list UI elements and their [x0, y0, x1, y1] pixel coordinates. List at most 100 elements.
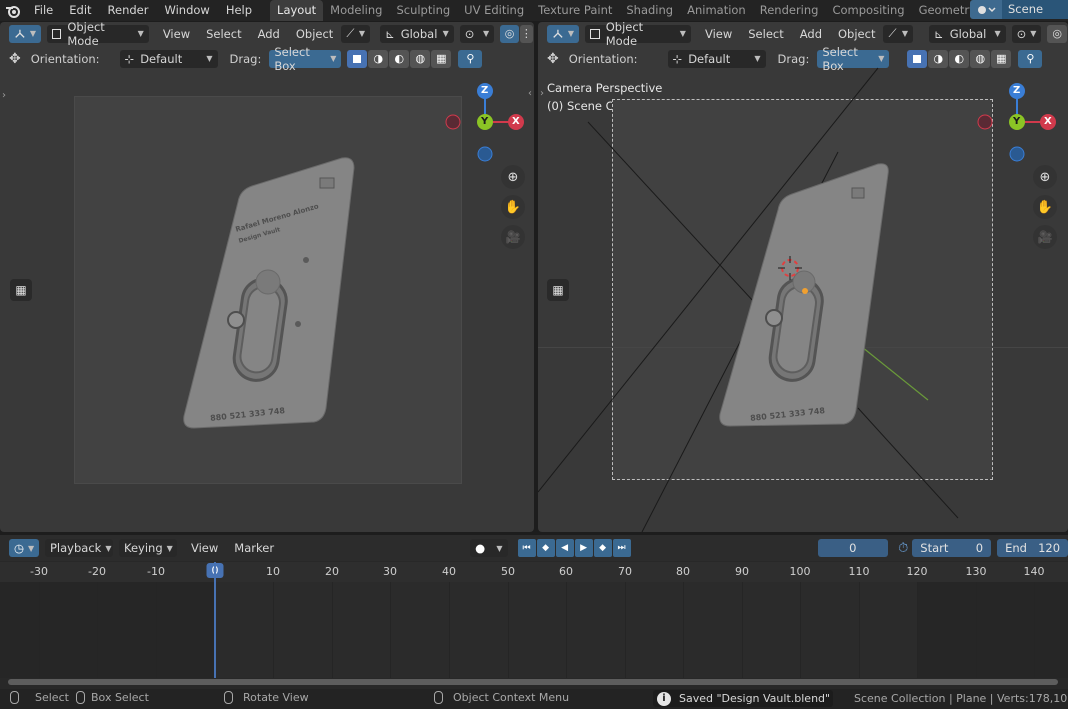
- camera-icon[interactable]: 🎥: [1033, 225, 1057, 249]
- timeline-header: ◷ ▼ Playback ▼ Keying ▼ View Marker ● ▼ …: [0, 535, 1068, 561]
- post-range-shade: [918, 582, 1068, 678]
- timeline-editor[interactable]: ◷ ▼ Playback ▼ Keying ▼ View Marker ● ▼ …: [0, 535, 1068, 689]
- viewport-left[interactable]: ▼ Object Mode ▼ View Select Add Object ⟋…: [0, 22, 534, 532]
- jump-end-icon[interactable]: ⏭: [612, 539, 631, 557]
- tab-compositing[interactable]: Compositing: [825, 0, 911, 21]
- zoom-icon[interactable]: ⊕: [1033, 165, 1057, 189]
- snap-icon: ⟋: [346, 26, 355, 40]
- pivot-dropdown[interactable]: ⊙ ▼: [459, 24, 495, 43]
- editor-type-dropdown[interactable]: ▼: [9, 24, 41, 43]
- grid-line: [273, 582, 274, 678]
- end-frame-field[interactable]: End 120: [997, 539, 1068, 557]
- grid-line: [683, 582, 684, 678]
- menu-view[interactable]: View: [155, 27, 198, 41]
- pan-hand-icon[interactable]: ✋: [1033, 195, 1057, 219]
- ruler-tick: 50: [501, 565, 515, 578]
- frame-ruler[interactable]: -30 -20 -10 0 10 20 30 40 50 60 70 80 90…: [0, 562, 1068, 582]
- ruler-tick: 110: [848, 565, 870, 578]
- menu-help[interactable]: Help: [218, 0, 260, 21]
- tab-rendering[interactable]: Rendering: [753, 0, 826, 21]
- tab-shading[interactable]: Shading: [619, 0, 680, 21]
- scene-icon[interactable]: [970, 0, 1002, 19]
- hint-rotate: Rotate View: [224, 691, 309, 704]
- keying-dropdown[interactable]: Keying ▼: [119, 539, 177, 557]
- 3d-cursor-icon[interactable]: [778, 256, 802, 280]
- search-icon[interactable]: ⚲: [458, 49, 483, 68]
- chevron-right-icon[interactable]: ›: [2, 90, 6, 101]
- top-menu-bar: File Edit Render Window Help Layout Mode…: [0, 0, 1068, 21]
- chevron-down-icon: ▼: [496, 543, 503, 553]
- jump-start-icon[interactable]: ⏮: [517, 539, 536, 557]
- tab-texture-paint[interactable]: Texture Paint: [531, 0, 619, 21]
- move-tool-icon[interactable]: ✥: [9, 51, 21, 67]
- checker-icon[interactable]: ▦: [547, 279, 569, 301]
- menu-view[interactable]: View: [183, 541, 226, 555]
- tab-uv-editing[interactable]: UV Editing: [457, 0, 531, 21]
- select-intersect-icon[interactable]: ▦: [431, 49, 452, 68]
- editor-type-dropdown[interactable]: ◷ ▼: [9, 539, 39, 557]
- play-icon[interactable]: ▶: [574, 539, 593, 557]
- scene-name[interactable]: Scene: [1002, 0, 1068, 19]
- gizmo-y-label: Y: [481, 116, 489, 127]
- transform-orientation-dropdown[interactable]: ⊾ Global ▼: [380, 24, 454, 43]
- chevron-down-icon: ▼: [330, 54, 337, 63]
- tab-animation[interactable]: Animation: [680, 0, 753, 21]
- select-new-icon[interactable]: [347, 49, 368, 68]
- drag-dropdown[interactable]: Select Box ▼: [269, 45, 342, 73]
- orientation-dropdown[interactable]: ⊹ Default ▼: [119, 49, 218, 68]
- current-frame-field[interactable]: 0: [817, 539, 889, 557]
- scene-selector[interactable]: Scene: [970, 0, 1068, 19]
- snap-dropdown[interactable]: ⟋ ▼: [341, 24, 371, 43]
- proportional-edit-icon[interactable]: ◎: [500, 24, 519, 43]
- menu-select[interactable]: Select: [198, 27, 249, 41]
- overflow-icon[interactable]: ⋮: [519, 24, 533, 43]
- checker-icon[interactable]: ▦: [10, 279, 32, 301]
- ruler-tick: -20: [88, 565, 106, 578]
- hint-box-select-label: Box Select: [91, 691, 149, 704]
- playback-dropdown[interactable]: Playback ▼: [45, 539, 113, 557]
- menu-object[interactable]: Object: [288, 27, 341, 41]
- select-subtract-icon[interactable]: ◐: [389, 49, 410, 68]
- credit-card-model[interactable]: [708, 160, 898, 430]
- grid-line: [800, 582, 801, 678]
- tab-modeling[interactable]: Modeling: [323, 0, 389, 21]
- viewport-right[interactable]: ▼ Object Mode ▼ View Select Add Object ⟋…: [538, 22, 1068, 532]
- tab-sculpting[interactable]: Sculpting: [389, 0, 457, 21]
- playback-label: Playback: [50, 541, 102, 555]
- credit-card-model[interactable]: [174, 152, 364, 432]
- select-extend-icon[interactable]: ◑: [368, 49, 389, 68]
- playhead-line[interactable]: [214, 562, 216, 678]
- menu-file[interactable]: File: [26, 0, 61, 21]
- zoom-icon[interactable]: ⊕: [501, 165, 525, 189]
- menu-marker[interactable]: Marker: [226, 541, 282, 555]
- ruler-tick: 40: [442, 565, 456, 578]
- timeline-scrollbar[interactable]: [8, 679, 1058, 685]
- mode-dropdown[interactable]: Object Mode ▼: [47, 22, 149, 48]
- pan-hand-icon[interactable]: ✋: [501, 195, 525, 219]
- saved-notification[interactable]: i Saved "Design Vault.blend": [653, 690, 833, 707]
- blender-logo-icon[interactable]: [0, 0, 26, 21]
- camera-icon[interactable]: 🎥: [501, 225, 525, 249]
- next-keyframe-icon[interactable]: ◆: [593, 539, 612, 557]
- keying-label: Keying: [124, 541, 163, 555]
- chevron-down-icon: ▼: [29, 29, 36, 38]
- stopwatch-icon[interactable]: ⏱: [898, 541, 908, 556]
- mouse-drag-icon: [76, 691, 85, 704]
- menu-edit[interactable]: Edit: [61, 0, 99, 21]
- keyframe-area[interactable]: [0, 562, 1068, 678]
- start-frame-field[interactable]: Start 0: [912, 539, 992, 557]
- select-invert-icon[interactable]: ◍: [410, 49, 431, 68]
- auto-keying-dropdown[interactable]: ● ▼: [470, 539, 508, 557]
- menu-render[interactable]: Render: [100, 0, 157, 21]
- play-reverse-icon[interactable]: ◀: [555, 539, 574, 557]
- hint-select: Select: [10, 691, 69, 704]
- gizmo-x-label: X: [512, 116, 520, 127]
- mouse-left-icon: [10, 691, 19, 704]
- tab-layout[interactable]: Layout: [270, 0, 324, 21]
- ruler-tick: 140: [1023, 565, 1045, 578]
- mode-label: Object Mode: [67, 22, 105, 48]
- menu-add[interactable]: Add: [250, 27, 288, 41]
- menu-window[interactable]: Window: [156, 0, 217, 21]
- prev-keyframe-icon[interactable]: ◆: [536, 539, 555, 557]
- grid-line: [1034, 582, 1035, 678]
